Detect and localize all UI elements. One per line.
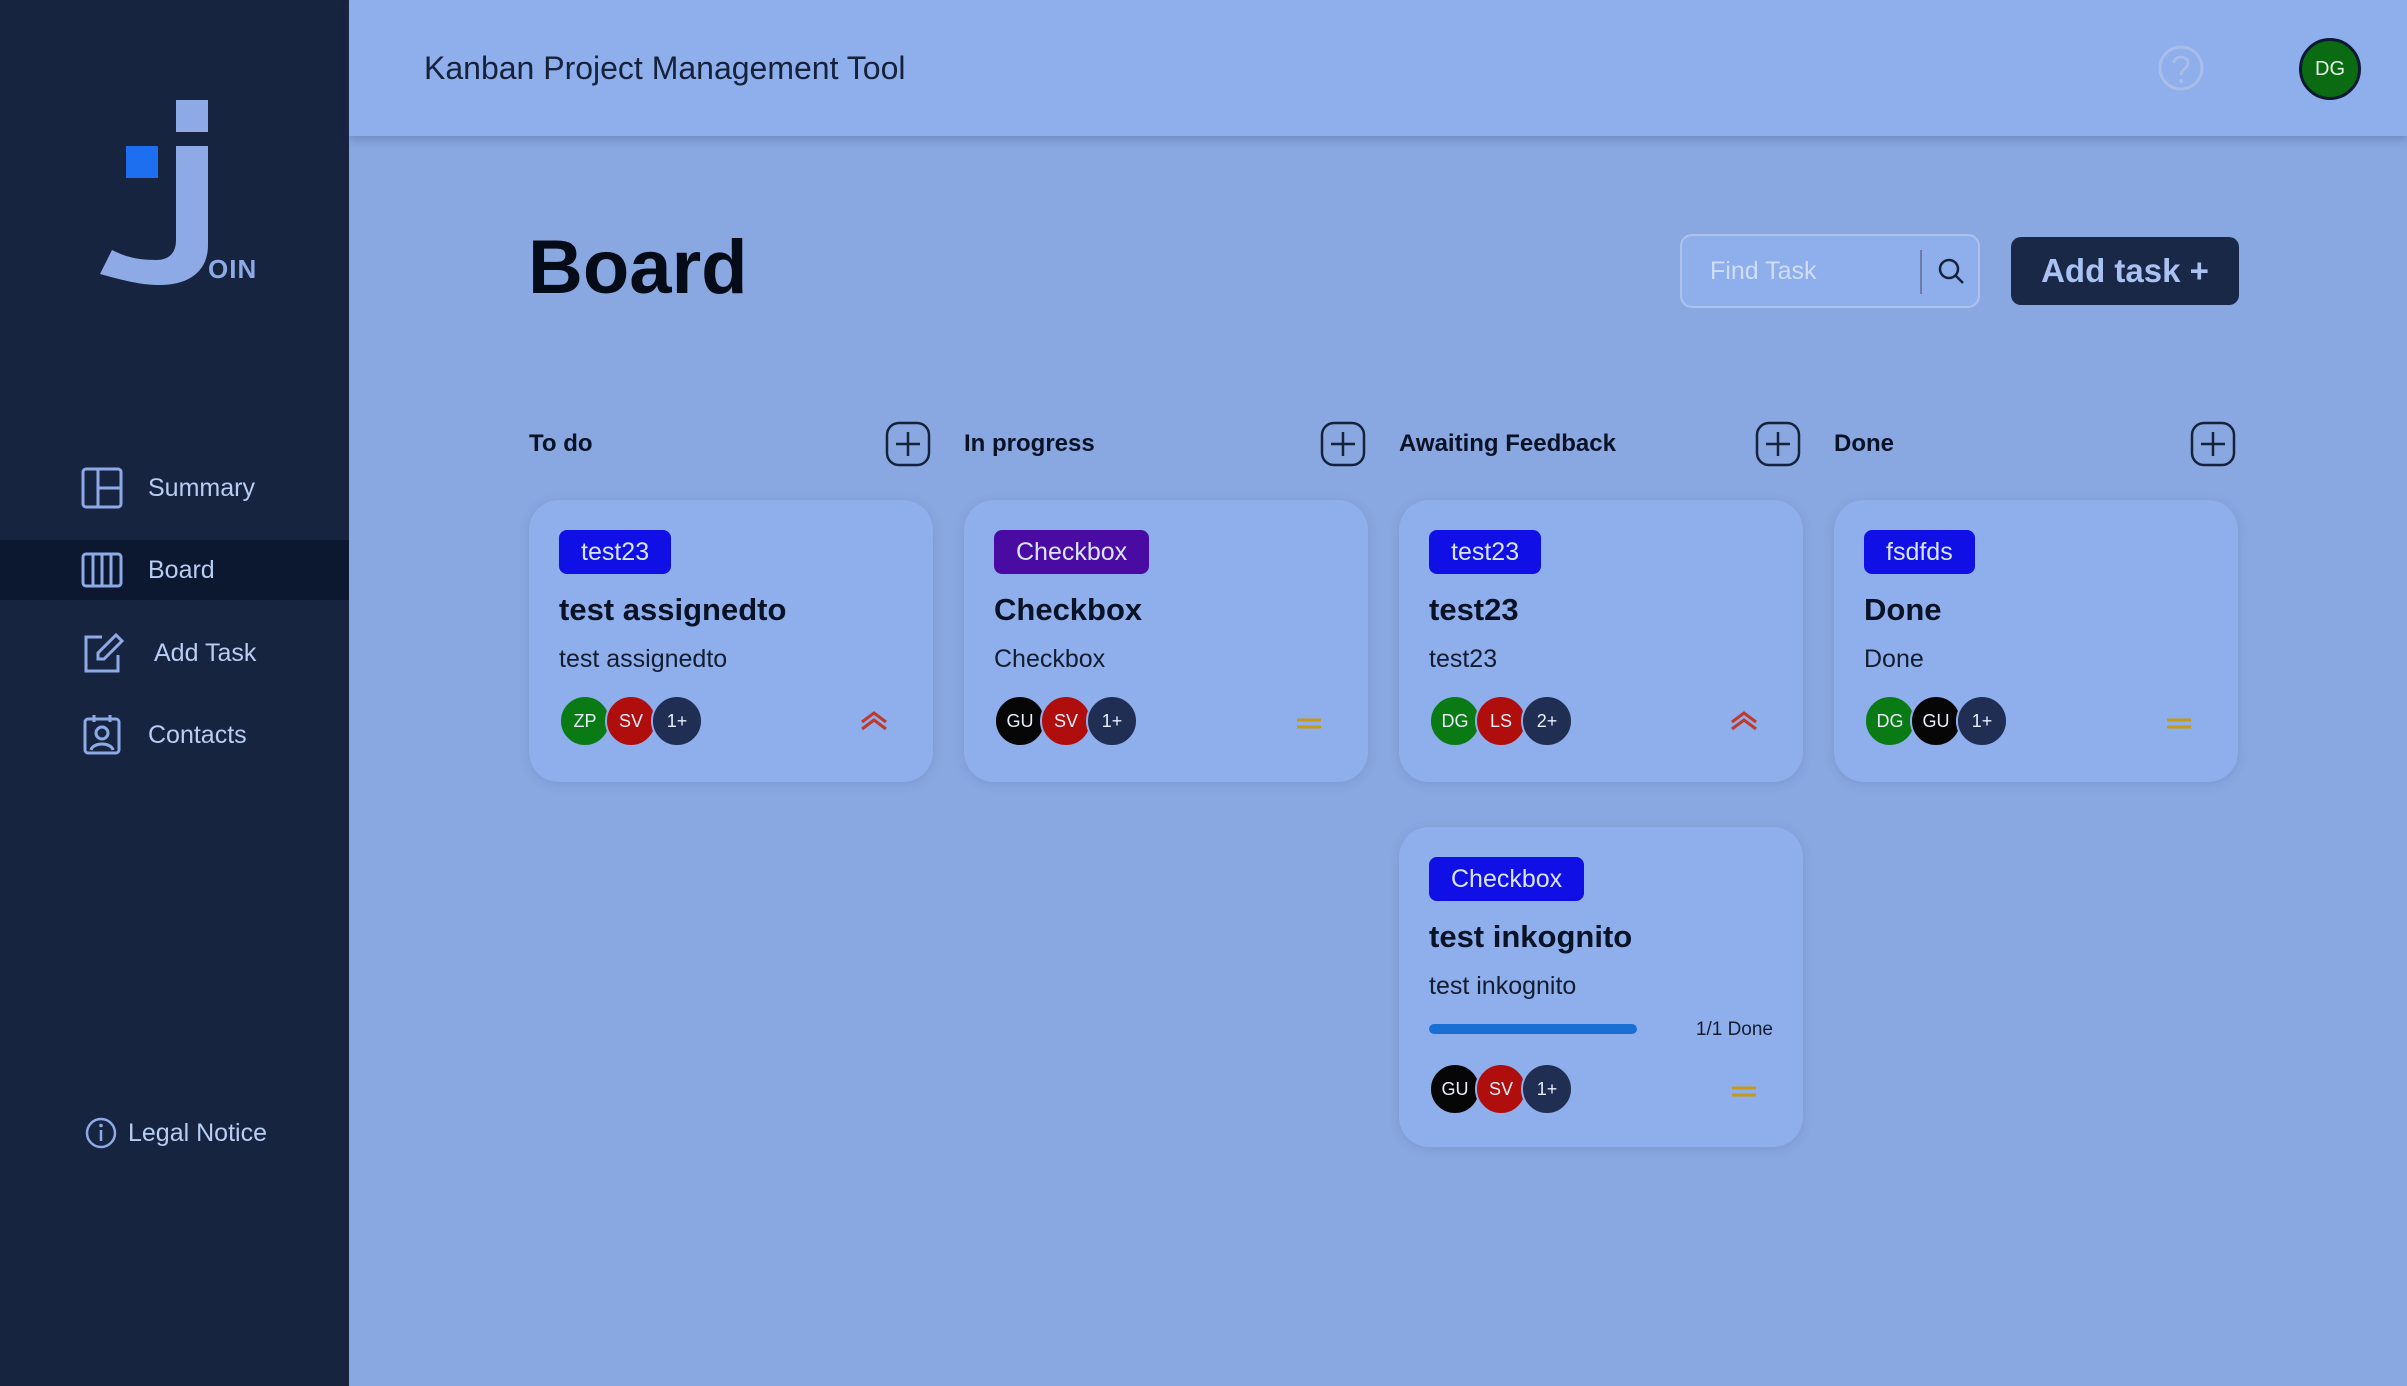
sidebar: OIN Summary Board Add Task Contacts Lega… [0,0,349,1386]
sidebar-item-label: Add Task [154,638,257,667]
assignee-avatar: 1+ [1956,695,2008,747]
assignee-avatars: ZP SV 1+ [559,695,703,747]
assignee-avatar: LS [1475,695,1527,747]
sidebar-item-add-task[interactable]: Add Task [0,623,349,683]
assignee-avatars: GU SV 1+ [1429,1063,1573,1115]
assignee-avatars: DG GU 1+ [1864,695,2008,747]
assignee-avatar: GU [1429,1063,1481,1115]
header: Kanban Project Management Tool DG [349,0,2407,136]
search-box [1680,234,1980,308]
assignee-avatar: SV [605,695,657,747]
assignee-avatar: SV [1475,1063,1527,1115]
add-to-column-icon[interactable] [1755,421,1801,467]
page-title: Board [528,225,748,310]
sidebar-item-contacts[interactable]: Contacts [0,705,349,765]
assignee-avatar: GU [994,695,1046,747]
task-title: test assignedto [559,592,787,627]
add-to-column-icon[interactable] [2190,421,2236,467]
assignee-avatar: DG [1429,695,1481,747]
assignee-avatar: 1+ [651,695,703,747]
sidebar-item-label: Contacts [148,720,247,749]
category-tag: test23 [1429,530,1542,574]
task-card[interactable]: Checkbox test inkognito test inkognito 1… [1399,827,1803,1147]
sidebar-item-summary[interactable]: Summary [0,458,349,518]
search-icon[interactable] [1934,254,1970,290]
column-title-awaiting-feedback: Awaiting Feedback [1399,430,1616,457]
task-card[interactable]: test23 test assignedto test assignedto Z… [529,500,933,782]
column-title-done: Done [1834,430,1894,457]
task-card[interactable]: test23 test23 test23 DG LS 2+ [1399,500,1803,782]
task-card[interactable]: fsdfds Done Done DG GU 1+ [1834,500,2238,782]
contacts-icon [83,715,121,755]
column-title-in-progress: In progress [964,430,1095,457]
column-title-todo: To do [529,430,593,457]
assignee-avatar: GU [1910,695,1962,747]
subtask-progress-text: 1/1 Done [1695,1019,1773,1040]
add-to-column-icon[interactable] [885,421,931,467]
assignee-avatar: DG [1864,695,1916,747]
task-description: test inkognito [1429,972,1577,1000]
help-icon[interactable] [2157,44,2205,92]
assignee-avatars: GU SV 1+ [994,695,1138,747]
priority-medium-icon [2167,718,2191,729]
priority-medium-icon [1732,1086,1756,1097]
task-title: Checkbox [994,592,1143,627]
assignee-avatar: 1+ [1521,1063,1573,1115]
assignee-avatar: SV [1040,695,1092,747]
task-card[interactable]: Checkbox Checkbox Checkbox GU SV 1+ [964,500,1368,782]
sidebar-item-board[interactable]: Board [0,540,349,600]
search-input[interactable] [1682,236,1918,306]
add-task-button[interactable]: Add task + [2011,237,2239,305]
task-title: Done [1864,592,1942,627]
category-tag: Checkbox [994,530,1150,574]
task-description: Done [1864,645,1924,673]
priority-urgent-icon [1731,711,1757,731]
assignee-avatar: 1+ [1086,695,1138,747]
legal-notice-link[interactable]: Legal Notice [84,1116,267,1150]
app: OIN Summary Board Add Task Contacts Lega… [0,0,2407,1386]
app-title: Kanban Project Management Tool [424,50,906,86]
priority-urgent-icon [861,711,887,731]
info-icon [85,1117,117,1149]
add-to-column-icon[interactable] [1320,421,1366,467]
task-title: test inkognito [1429,919,1633,954]
board-icon [81,552,123,588]
add-task-icon [84,632,124,673]
category-tag: Checkbox [1429,857,1585,901]
task-description: test assignedto [559,645,728,673]
assignee-avatar: 2+ [1521,695,1573,747]
task-description: Checkbox [994,645,1106,673]
subtask-progress-bar [1429,1024,1637,1034]
search-divider [1920,250,1922,294]
category-tag: fsdfds [1864,530,1975,574]
sidebar-item-label: Board [148,555,215,584]
task-description: test23 [1429,645,1498,673]
priority-medium-icon [1297,718,1321,729]
assignee-avatar: ZP [559,695,611,747]
summary-icon [81,467,123,509]
category-tag: test23 [559,530,672,574]
legal-notice-label: Legal Notice [128,1118,267,1147]
logo-text: OIN [208,254,258,284]
task-title: test23 [1429,592,1519,627]
user-avatar[interactable]: DG [2299,38,2361,100]
assignee-avatars: DG LS 2+ [1429,695,1573,747]
sidebar-item-label: Summary [148,473,255,502]
